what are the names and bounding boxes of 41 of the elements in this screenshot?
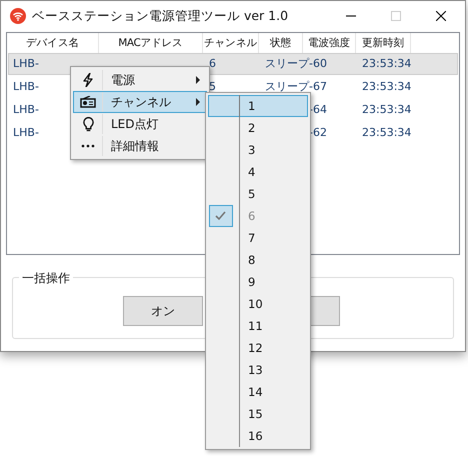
menu-item[interactable]: 11 (208, 315, 308, 337)
table-cell: スリープ (265, 80, 309, 93)
menu-item[interactable]: 2 (208, 117, 308, 139)
menu-item[interactable]: 15 (208, 403, 308, 425)
menu-item[interactable]: 14 (208, 381, 308, 403)
table-cell: 23:53:34 (362, 80, 412, 93)
window-title: ベースステーション電源管理ツール ver 1.0 (32, 8, 288, 24)
table-cell: -64 (309, 103, 327, 116)
on-button[interactable]: オン (123, 296, 203, 326)
menu-item[interactable]: 4 (208, 161, 308, 183)
radio-icon (80, 96, 96, 108)
lightbulb-icon (82, 116, 94, 132)
menu-item[interactable]: 8 (208, 249, 308, 271)
lightning-icon (82, 73, 94, 87)
group-title: 一括操作 (19, 270, 73, 287)
menu-item[interactable]: 12 (208, 337, 308, 359)
table-cell: 5 (209, 80, 216, 93)
table-cell: 23:53:34 (362, 57, 412, 70)
table-cell: 23:53:34 (362, 103, 412, 116)
menu-item[interactable]: 16 (208, 425, 308, 447)
menu-item[interactable]: 13 (208, 359, 308, 381)
menu-item[interactable]: 1 (208, 95, 308, 117)
menu-item[interactable]: LED点灯 (73, 113, 207, 135)
more-icon (81, 144, 95, 148)
menu-item[interactable]: 7 (208, 227, 308, 249)
table-cell: LHB- (13, 57, 39, 70)
menu-item[interactable]: 10 (208, 293, 308, 315)
table-cell: -60 (309, 57, 327, 70)
submenu-arrow-icon (196, 98, 200, 106)
table-cell: -67 (309, 80, 327, 93)
table-cell: スリープ (265, 57, 309, 70)
table-cell: 6 (209, 57, 216, 70)
submenu-arrow-icon (196, 76, 200, 84)
menu-item[interactable]: 3 (208, 139, 308, 161)
menu-item[interactable]: チャンネル (73, 91, 207, 113)
wifi-icon (10, 8, 26, 24)
menu-item[interactable]: 詳細情報 (73, 135, 207, 157)
close-icon[interactable] (436, 11, 446, 21)
table-cell: 23:53:34 (362, 126, 412, 139)
menu-item[interactable]: 9 (208, 271, 308, 293)
table-cell: -62 (309, 126, 327, 139)
